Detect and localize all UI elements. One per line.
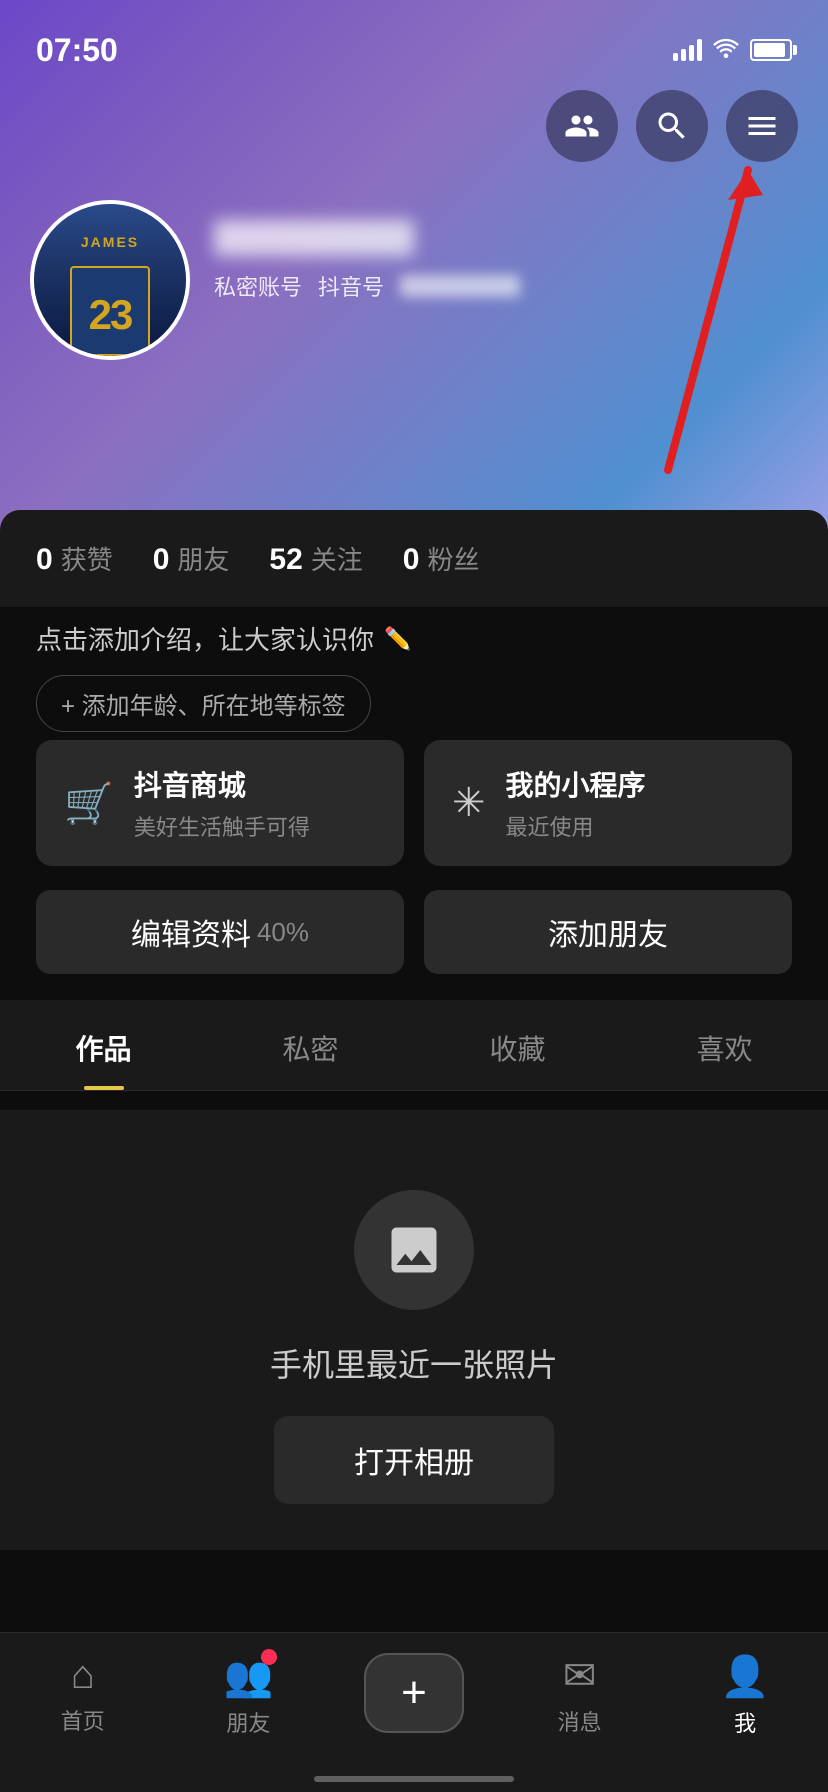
open-album-button[interactable]: 打开相册	[274, 1416, 554, 1504]
profile-douyin-label: 抖音号	[318, 270, 384, 302]
shop-desc: 美好生活触手可得	[134, 810, 310, 842]
tabs-section: 作品 私密 收藏 喜欢	[0, 1000, 828, 1091]
programs-name: 我的小程序	[506, 764, 646, 804]
add-friend-label: 添加朋友	[548, 910, 668, 954]
edit-bio-icon: ✏️	[384, 626, 411, 652]
bio-placeholder: 点击添加介绍，让大家认识你	[36, 620, 374, 657]
programs-icon: ✳	[452, 780, 486, 826]
empty-content-area: 手机里最近一张照片 打开相册	[0, 1110, 828, 1550]
shop-info: 抖音商城 美好生活触手可得	[134, 764, 310, 842]
shop-icon: 🛒	[64, 780, 114, 827]
home-indicator	[314, 1776, 514, 1782]
profile-name-blurred	[214, 220, 414, 256]
nav-home[interactable]: ⌂ 首页	[0, 1653, 166, 1736]
status-icons	[673, 36, 792, 64]
contacts-icon	[564, 108, 600, 144]
profile-private-label: 私密账号	[214, 270, 302, 302]
empty-content-title: 手机里最近一张照片	[270, 1340, 558, 1386]
nav-home-label: 首页	[61, 1704, 105, 1736]
stat-followers-label: 粉丝	[427, 540, 479, 577]
stat-friends-value: 0	[153, 543, 170, 577]
create-plus-button[interactable]: +	[364, 1653, 464, 1733]
stats-section: 0 获赞 0 朋友 52 关注 0 粉丝	[0, 510, 828, 607]
home-icon: ⌂	[71, 1653, 95, 1698]
stat-friends-label: 朋友	[177, 540, 229, 577]
edit-profile-label: 编辑资料	[131, 910, 251, 954]
tabs-row: 作品 私密 收藏 喜欢	[0, 1000, 828, 1091]
search-button[interactable]	[636, 90, 708, 162]
stat-followers[interactable]: 0 粉丝	[403, 540, 480, 577]
status-time: 07:50	[36, 32, 118, 69]
bio-text-row[interactable]: 点击添加介绍，让大家认识你 ✏️	[36, 620, 792, 657]
plus-icon: +	[401, 1671, 427, 1715]
mini-app-shop[interactable]: 🛒 抖音商城 美好生活触手可得	[36, 740, 404, 866]
profile-text: 私密账号 抖音号	[214, 220, 520, 302]
avatar-image: JAMES 23	[34, 204, 186, 356]
mini-apps-section: 🛒 抖音商城 美好生活触手可得 ✳ 我的小程序 最近使用	[0, 740, 828, 866]
profile-sub: 私密账号 抖音号	[214, 270, 520, 302]
stat-following[interactable]: 52 关注	[269, 540, 362, 577]
bottom-nav: ⌂ 首页 👥 朋友 + ✉ 消息 👤 我	[0, 1632, 828, 1792]
tab-works-label: 作品	[75, 1034, 131, 1065]
battery-icon	[750, 39, 792, 61]
search-icon	[654, 108, 690, 144]
nav-friends-label: 朋友	[226, 1706, 270, 1738]
friends-badge	[261, 1649, 277, 1665]
profile-id-blurred	[400, 275, 520, 297]
jersey-name: JAMES	[81, 234, 139, 250]
friends-icon: 👥	[223, 1653, 273, 1700]
tab-favorites-label: 收藏	[489, 1034, 545, 1065]
stat-likes-value: 0	[36, 543, 53, 577]
stat-following-value: 52	[269, 543, 302, 577]
stat-friends[interactable]: 0 朋友	[153, 540, 230, 577]
stat-likes[interactable]: 0 获赞	[36, 540, 113, 577]
status-bar: 07:50	[0, 0, 828, 80]
stat-followers-value: 0	[403, 543, 420, 577]
open-album-label: 打开相册	[354, 1447, 474, 1480]
add-friend-button[interactable]: 添加朋友	[424, 890, 792, 974]
top-actions	[546, 90, 798, 162]
edit-profile-percent: 40%	[257, 917, 309, 948]
avatar[interactable]: JAMES 23	[30, 200, 190, 360]
tab-private[interactable]: 私密	[207, 1000, 414, 1090]
nav-me-label: 我	[734, 1706, 756, 1738]
contacts-button[interactable]	[546, 90, 618, 162]
stat-likes-label: 获赞	[61, 540, 113, 577]
photo-icon-circle	[354, 1190, 474, 1310]
add-tag-button[interactable]: + 添加年龄、所在地等标签	[36, 675, 371, 732]
stat-following-label: 关注	[311, 540, 363, 577]
nav-me[interactable]: 👤 我	[662, 1653, 828, 1738]
nav-messages-label: 消息	[558, 1705, 602, 1737]
menu-button[interactable]	[726, 90, 798, 162]
messages-icon: ✉	[563, 1653, 597, 1699]
add-tag-label: + 添加年龄、所在地等标签	[61, 686, 346, 721]
me-icon: 👤	[720, 1653, 770, 1700]
edit-profile-button[interactable]: 编辑资料 40%	[36, 890, 404, 974]
wifi-icon	[712, 36, 740, 64]
shop-name: 抖音商城	[134, 764, 310, 804]
nav-friends[interactable]: 👥 朋友	[166, 1653, 332, 1738]
profile-info: JAMES 23 私密账号 抖音号	[30, 200, 520, 360]
stats-row: 0 获赞 0 朋友 52 关注 0 粉丝	[36, 540, 792, 577]
tab-liked[interactable]: 喜欢	[621, 1000, 828, 1090]
jersey-number: 23	[89, 294, 132, 336]
programs-info: 我的小程序 最近使用	[506, 764, 646, 842]
menu-icon	[744, 108, 780, 144]
mini-app-programs[interactable]: ✳ 我的小程序 最近使用	[424, 740, 792, 866]
nav-messages[interactable]: ✉ 消息	[497, 1653, 663, 1737]
tab-favorites[interactable]: 收藏	[414, 1000, 621, 1090]
programs-desc: 最近使用	[506, 810, 646, 842]
tab-liked-label: 喜欢	[696, 1034, 752, 1065]
signal-bars-icon	[673, 39, 702, 61]
tab-works[interactable]: 作品	[0, 1000, 207, 1090]
nav-create[interactable]: +	[331, 1653, 497, 1733]
action-buttons: 编辑资料 40% 添加朋友	[0, 890, 828, 974]
photo-icon	[384, 1220, 444, 1280]
tab-private-label: 私密	[282, 1034, 338, 1065]
